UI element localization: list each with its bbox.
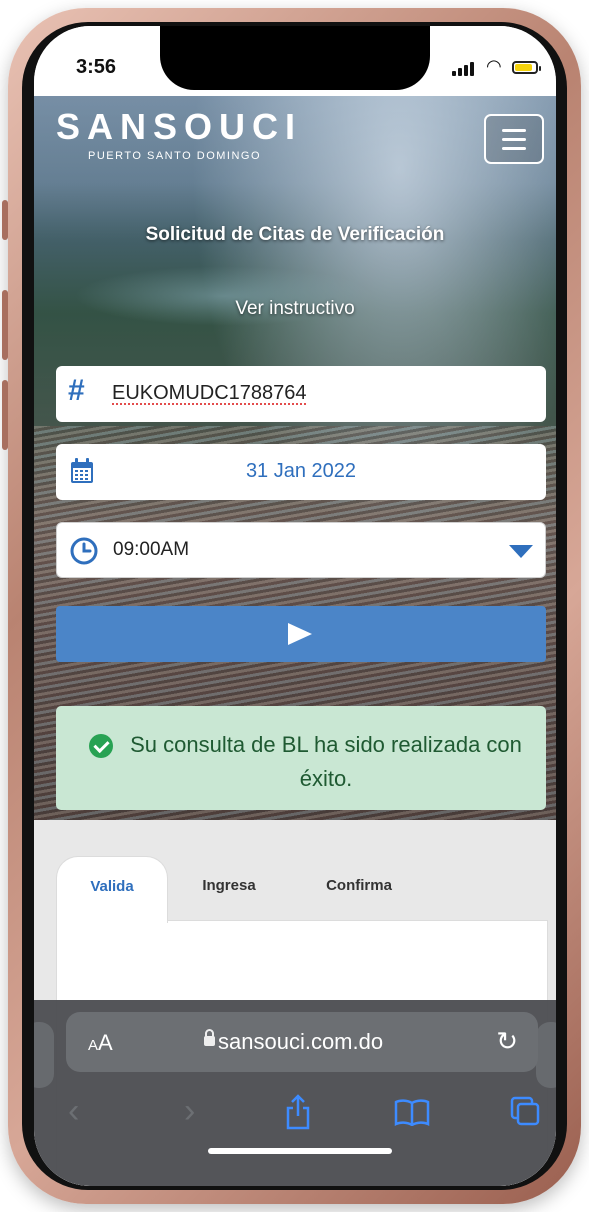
check-circle-icon (89, 734, 113, 758)
signal-icon (452, 62, 476, 76)
forward-icon[interactable]: › (184, 1092, 195, 1131)
wifi-icon: ◠ (486, 56, 502, 76)
bl-number-value: EUKOMUDC1788764 (112, 382, 307, 404)
brand-logo[interactable]: SANSOUCI PUERTO SANTO DOMINGO (56, 106, 303, 163)
alert-message: Su consulta de BL ha sido realizada con … (130, 732, 522, 791)
status-bar: 3:56 ◠ (34, 26, 556, 96)
page-title: Solicitud de Citas de Verificación (145, 224, 445, 245)
back-icon[interactable]: ‹ (68, 1092, 79, 1131)
send-button[interactable] (56, 606, 546, 662)
lock-icon (204, 1029, 215, 1046)
notch (160, 26, 430, 90)
hash-icon: # (68, 374, 85, 407)
bookmarks-icon[interactable] (394, 1098, 430, 1126)
menu-icon (502, 129, 526, 132)
next-tab-preview[interactable] (536, 1022, 556, 1088)
volume-up-button (2, 290, 8, 360)
tabs-icon[interactable] (510, 1096, 540, 1126)
phone-screen: 3:56 ◠ SANSOUCI PUERTO SANTO DOMINGO Sol… (34, 26, 556, 1186)
send-icon (288, 623, 312, 645)
side-button (2, 200, 8, 240)
status-time: 3:56 (76, 56, 117, 78)
brand-name: SANSOUCI (56, 106, 303, 147)
address-bar[interactable]: AA sansouci.com.do ↻ (66, 1012, 538, 1072)
browser-bar: AA sansouci.com.do ↻ ‹ › (34, 1000, 556, 1186)
text-size-button[interactable]: AA (88, 1030, 113, 1056)
tab-confirma[interactable]: Confirma (304, 856, 414, 916)
chevron-down-icon (509, 545, 533, 558)
tab-valida[interactable]: Valida (56, 856, 168, 923)
date-input[interactable]: 31 Jan 2022 (56, 444, 546, 500)
clock-icon (70, 537, 98, 565)
time-select[interactable]: 09:00AM (56, 522, 546, 578)
volume-down-button (2, 380, 8, 450)
previous-tab-preview[interactable] (34, 1022, 54, 1088)
reload-icon[interactable]: ↻ (496, 1026, 518, 1057)
date-value: 31 Jan 2022 (245, 460, 357, 482)
battery-icon (512, 61, 541, 74)
time-value: 09:00AM (113, 539, 190, 560)
instructions-link[interactable]: Ver instructivo (34, 298, 556, 320)
tab-ingresa[interactable]: Ingresa (174, 856, 284, 916)
share-icon[interactable] (284, 1094, 312, 1130)
brand-subtitle: PUERTO SANTO DOMINGO (88, 150, 262, 162)
success-alert: Su consulta de BL ha sido realizada con … (56, 706, 546, 810)
menu-button[interactable] (484, 114, 544, 164)
url-text: sansouci.com.do (218, 1029, 384, 1054)
home-indicator (208, 1148, 392, 1154)
bl-number-input[interactable]: # EUKOMUDC1788764 (56, 366, 546, 422)
browser-toolbar: ‹ › (34, 1092, 556, 1142)
